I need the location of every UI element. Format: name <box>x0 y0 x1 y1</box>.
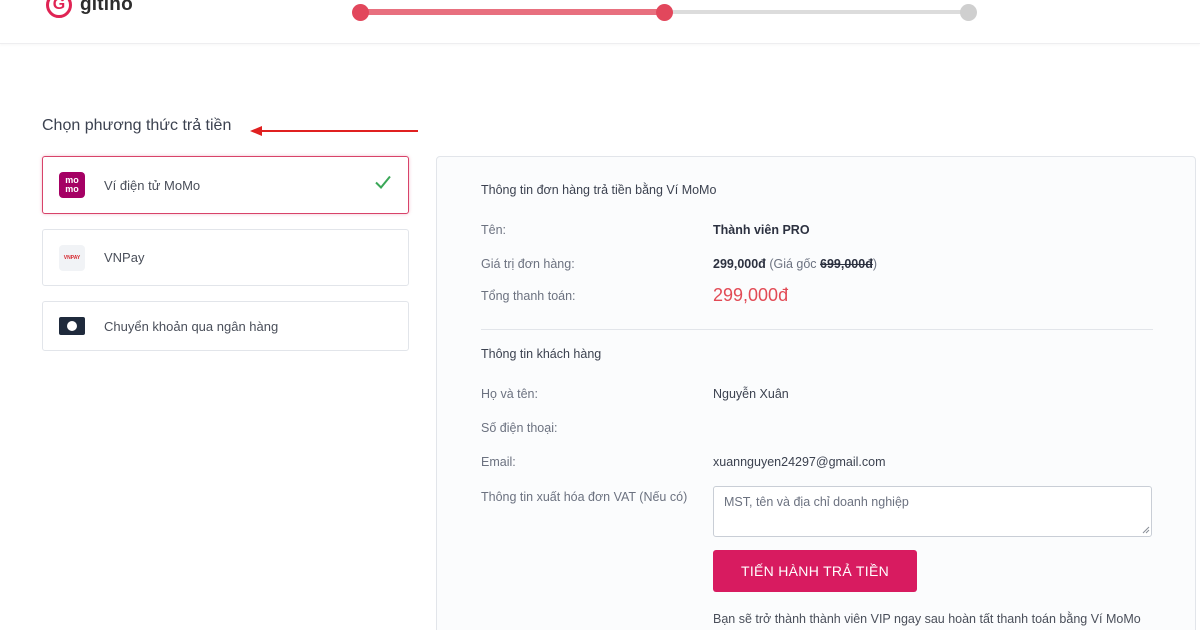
gitiho-logo[interactable]: G gitiho <box>46 0 133 18</box>
fullname-value: Nguyễn Xuân <box>713 387 789 401</box>
customer-info-heading: Thông tin khách hàng <box>481 347 602 361</box>
email-label: Email: <box>481 455 516 469</box>
payment-method-bank-transfer[interactable]: Chuyển khoản qua ngân hàng <box>42 301 409 351</box>
vip-note: Bạn sẽ trở thành thành viên VIP ngay sau… <box>713 612 1141 626</box>
resize-grip-icon[interactable] <box>1142 526 1150 534</box>
check-icon <box>375 175 391 189</box>
vat-label: Thông tin xuất hóa đơn VAT (Nếu có) <box>481 490 688 504</box>
total-label: Tổng thanh toán: <box>481 289 576 303</box>
payment-method-momo[interactable]: mo mo Ví điện tử MoMo <box>42 156 409 214</box>
payment-method-title: Chọn phương thức trả tiền <box>42 117 232 134</box>
annotation-arrow-icon <box>250 126 418 136</box>
section-divider <box>481 329 1153 330</box>
vat-info-input[interactable] <box>713 486 1152 537</box>
logo-text: gitiho <box>80 0 133 15</box>
order-price: 299,000đ <box>713 257 766 271</box>
order-summary-panel: Thông tin đơn hàng trả tiền bằng Ví MoMo… <box>436 156 1196 630</box>
proceed-payment-button[interactable]: TIẾN HÀNH TRẢ TIỀN <box>713 550 917 592</box>
momo-icon: mo mo <box>59 172 85 198</box>
fullname-label: Họ và tên: <box>481 387 538 401</box>
phone-label: Số điện thoại: <box>481 421 558 435</box>
logo-mark: G <box>46 0 72 18</box>
order-value: 299,000đ (Giá gốc 699,000đ) <box>713 257 878 271</box>
payment-method-label: Chuyển khoản qua ngân hàng <box>104 318 279 334</box>
bank-icon <box>59 317 85 335</box>
checkout-stepper <box>352 3 977 21</box>
total-amount: 299,000đ <box>713 285 789 305</box>
order-info-heading: Thông tin đơn hàng trả tiền bằng Ví MoMo <box>481 183 717 197</box>
vnpay-icon: VNPAY <box>59 244 85 271</box>
stepper-step-2 <box>656 4 673 21</box>
payment-method-label: VNPay <box>104 250 145 265</box>
payment-method-label: Ví điện tử MoMo <box>104 177 201 193</box>
stepper-step-3 <box>960 4 977 21</box>
email-value: xuannguyen24297@gmail.com <box>713 455 886 469</box>
payment-method-vnpay[interactable]: VNPAY VNPay <box>42 229 409 286</box>
original-price: 699,000đ <box>820 257 873 271</box>
momo-icon-text-bottom: mo <box>65 184 79 194</box>
stepper-step-1 <box>352 4 369 21</box>
product-name-value: Thành viên PRO <box>713 223 810 237</box>
order-value-label: Giá trị đơn hàng: <box>481 257 575 271</box>
product-name-label: Tên: <box>481 223 507 237</box>
top-bar: G gitiho <box>0 0 1200 44</box>
stepper-progress-fill <box>360 9 664 15</box>
